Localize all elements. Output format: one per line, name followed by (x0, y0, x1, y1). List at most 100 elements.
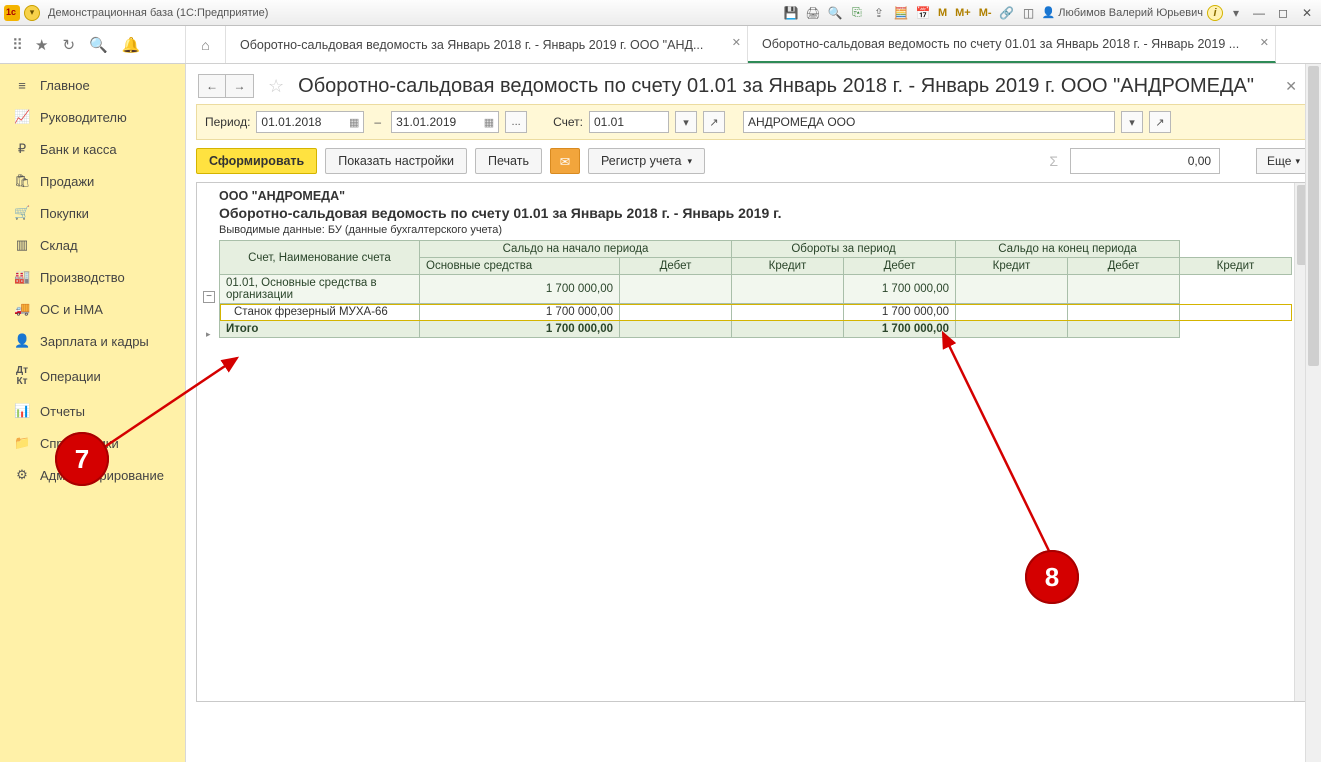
col-credit: Кредит (732, 258, 844, 275)
annotation-label: 8 (1045, 562, 1059, 593)
export-icon[interactable]: ⇪ (870, 4, 888, 22)
save-icon[interactable]: 💾 (782, 4, 800, 22)
factory-icon: 🏭 (14, 269, 30, 285)
organization-value: АНДРОМЕДА ООО (748, 115, 855, 129)
memory-m-button[interactable]: M (936, 7, 949, 19)
col-saldo-begin: Сальдо на начало периода (420, 241, 732, 258)
more-button[interactable]: Еще ▾ (1256, 148, 1311, 174)
cart-icon: 🛒 (14, 205, 30, 221)
tab-close-icon[interactable]: ✕ (732, 36, 741, 49)
sidebar-item-operations[interactable]: ДтКтОперации (0, 357, 185, 395)
date-to-input[interactable]: 31.01.2019 ▦ (391, 111, 499, 133)
calendar-icon[interactable]: 📅 (914, 4, 932, 22)
link-icon[interactable]: 🔗 (998, 4, 1016, 22)
show-settings-button[interactable]: Показать настройки (325, 148, 467, 174)
sidebar-item-reports[interactable]: 📊Отчеты (0, 395, 185, 427)
row-value (732, 275, 844, 304)
dropdown-icon[interactable]: ▾ (24, 5, 40, 21)
col-saldo-end: Сальдо на конец периода (956, 241, 1180, 258)
account-dropdown-button[interactable]: ▾ (675, 111, 697, 133)
minimize-button[interactable]: — (1249, 6, 1269, 20)
row-value: 1 700 000,00 (844, 304, 956, 321)
app-logo-icon (4, 5, 20, 21)
sum-field[interactable]: 0,00 (1070, 148, 1220, 174)
sidebar-item-hr[interactable]: 👤Зарплата и кадры (0, 325, 185, 357)
preview-icon[interactable]: 🔍 (826, 4, 844, 22)
org-open-button[interactable]: ↗ (1149, 111, 1171, 133)
close-window-button[interactable]: ✕ (1297, 6, 1317, 20)
sidebar-item-label: Операции (40, 369, 101, 384)
info-dropdown-icon[interactable]: ▾ (1227, 4, 1245, 22)
calendar-icon[interactable]: ▦ (484, 116, 494, 129)
row-value (956, 275, 1068, 304)
user-name: Любимов Валерий Юрьевич (1058, 7, 1203, 19)
print-button[interactable]: Печать (475, 148, 542, 174)
row-value (620, 304, 732, 321)
generate-button[interactable]: Сформировать (196, 148, 317, 174)
user-area[interactable]: 👤 Любимов Валерий Юрьевич (1042, 6, 1203, 19)
table-row[interactable]: Станок фрезерный МУХА-66 1 700 000,00 1 … (220, 304, 1292, 321)
row-value (732, 304, 844, 321)
col-debit: Дебет (844, 258, 956, 275)
sidebar-item-main[interactable]: ≡Главное (0, 70, 185, 101)
content-scrollbar[interactable] (1305, 64, 1321, 762)
row-value: 1 700 000,00 (420, 304, 620, 321)
nav-forward-button[interactable]: → (226, 74, 254, 98)
tab-report-1[interactable]: Оборотно-сальдовая ведомость за Январь 2… (226, 26, 748, 63)
account-open-button[interactable]: ↗ (703, 111, 725, 133)
mail-button[interactable]: ✉ (550, 148, 580, 174)
sidebar-item-bank[interactable]: ₽Банк и касса (0, 133, 185, 165)
chevron-down-icon: ▾ (1295, 156, 1300, 167)
row-value (732, 321, 844, 338)
content-area: ← → ☆ Оборотно-сальдовая ведомость по сч… (186, 64, 1321, 762)
register-button[interactable]: Регистр учета ▾ (588, 148, 705, 174)
col-turnover: Обороты за период (732, 241, 956, 258)
calendar-icon[interactable]: ▦ (349, 116, 359, 129)
nav-back-button[interactable]: ← (198, 74, 226, 98)
org-dropdown-button[interactable]: ▾ (1121, 111, 1143, 133)
row-value: 1 700 000,00 (420, 321, 620, 338)
organization-input[interactable]: АНДРОМЕДА ООО (743, 111, 1115, 133)
tab-report-2[interactable]: Оборотно-сальдовая ведомость по счету 01… (748, 26, 1276, 63)
memory-mplus-button[interactable]: M+ (953, 7, 973, 19)
history-icon[interactable]: ↻ (62, 36, 75, 54)
date-from-input[interactable]: 01.01.2018 ▦ (256, 111, 364, 133)
scrollbar-thumb[interactable] (1308, 66, 1319, 366)
favorite-toggle-icon[interactable]: ☆ (268, 76, 284, 97)
collapse-row-button[interactable]: − (203, 291, 215, 303)
account-input[interactable]: 01.01 (589, 111, 669, 133)
memory-mminus-button[interactable]: M- (977, 7, 994, 19)
sidebar-item-purchases[interactable]: 🛒Покупки (0, 197, 185, 229)
tab-home[interactable]: ⌂ (186, 26, 226, 63)
date-to-value: 31.01.2019 (396, 115, 456, 129)
table-row[interactable]: 01.01, Основные средства в организации 1… (220, 275, 1292, 304)
period-picker-button[interactable]: ... (505, 111, 527, 133)
search-icon[interactable]: 🔍 (89, 36, 108, 54)
date-from-value: 01.01.2018 (261, 115, 321, 129)
sidebar-item-manager[interactable]: 📈Руководителю (0, 101, 185, 133)
sidebar-item-warehouse[interactable]: ▥Склад (0, 229, 185, 261)
notifications-icon[interactable]: 🔔 (122, 36, 141, 54)
panel-icon[interactable]: ◫ (1020, 4, 1038, 22)
register-label: Регистр учета (601, 154, 682, 168)
favorite-icon[interactable]: ★ (35, 36, 48, 54)
sidebar-item-assets[interactable]: 🚚ОС и НМА (0, 293, 185, 325)
compare-icon[interactable]: ⎘ (848, 4, 866, 22)
annotation-7: 7 (55, 432, 109, 486)
print-icon[interactable]: 🖨 (804, 4, 822, 22)
report-subtitle: Выводимые данные: БУ (данные бухгалтерск… (219, 221, 1304, 240)
tab-close-icon[interactable]: ✕ (1260, 36, 1269, 49)
calc-icon[interactable]: 🧮 (892, 4, 910, 22)
apps-icon[interactable]: ⠿ (12, 36, 21, 54)
col-debit: Дебет (620, 258, 732, 275)
info-icon[interactable]: i (1207, 5, 1223, 21)
sidebar-item-sales[interactable]: 🛍Продажи (0, 165, 185, 197)
sidebar-item-production[interactable]: 🏭Производство (0, 261, 185, 293)
page-close-button[interactable]: ✕ (1279, 78, 1303, 95)
period-label: Период: (205, 115, 250, 129)
report-viewport[interactable]: ООО "АНДРОМЕДА" Оборотно-сальдовая ведом… (196, 182, 1311, 702)
row-name: 01.01, Основные средства в организации (220, 275, 420, 304)
restore-button[interactable]: ◻ (1273, 6, 1293, 20)
tab-label: Оборотно-сальдовая ведомость по счету 01… (762, 37, 1239, 51)
sidebar-item-label: Руководителю (40, 110, 127, 125)
